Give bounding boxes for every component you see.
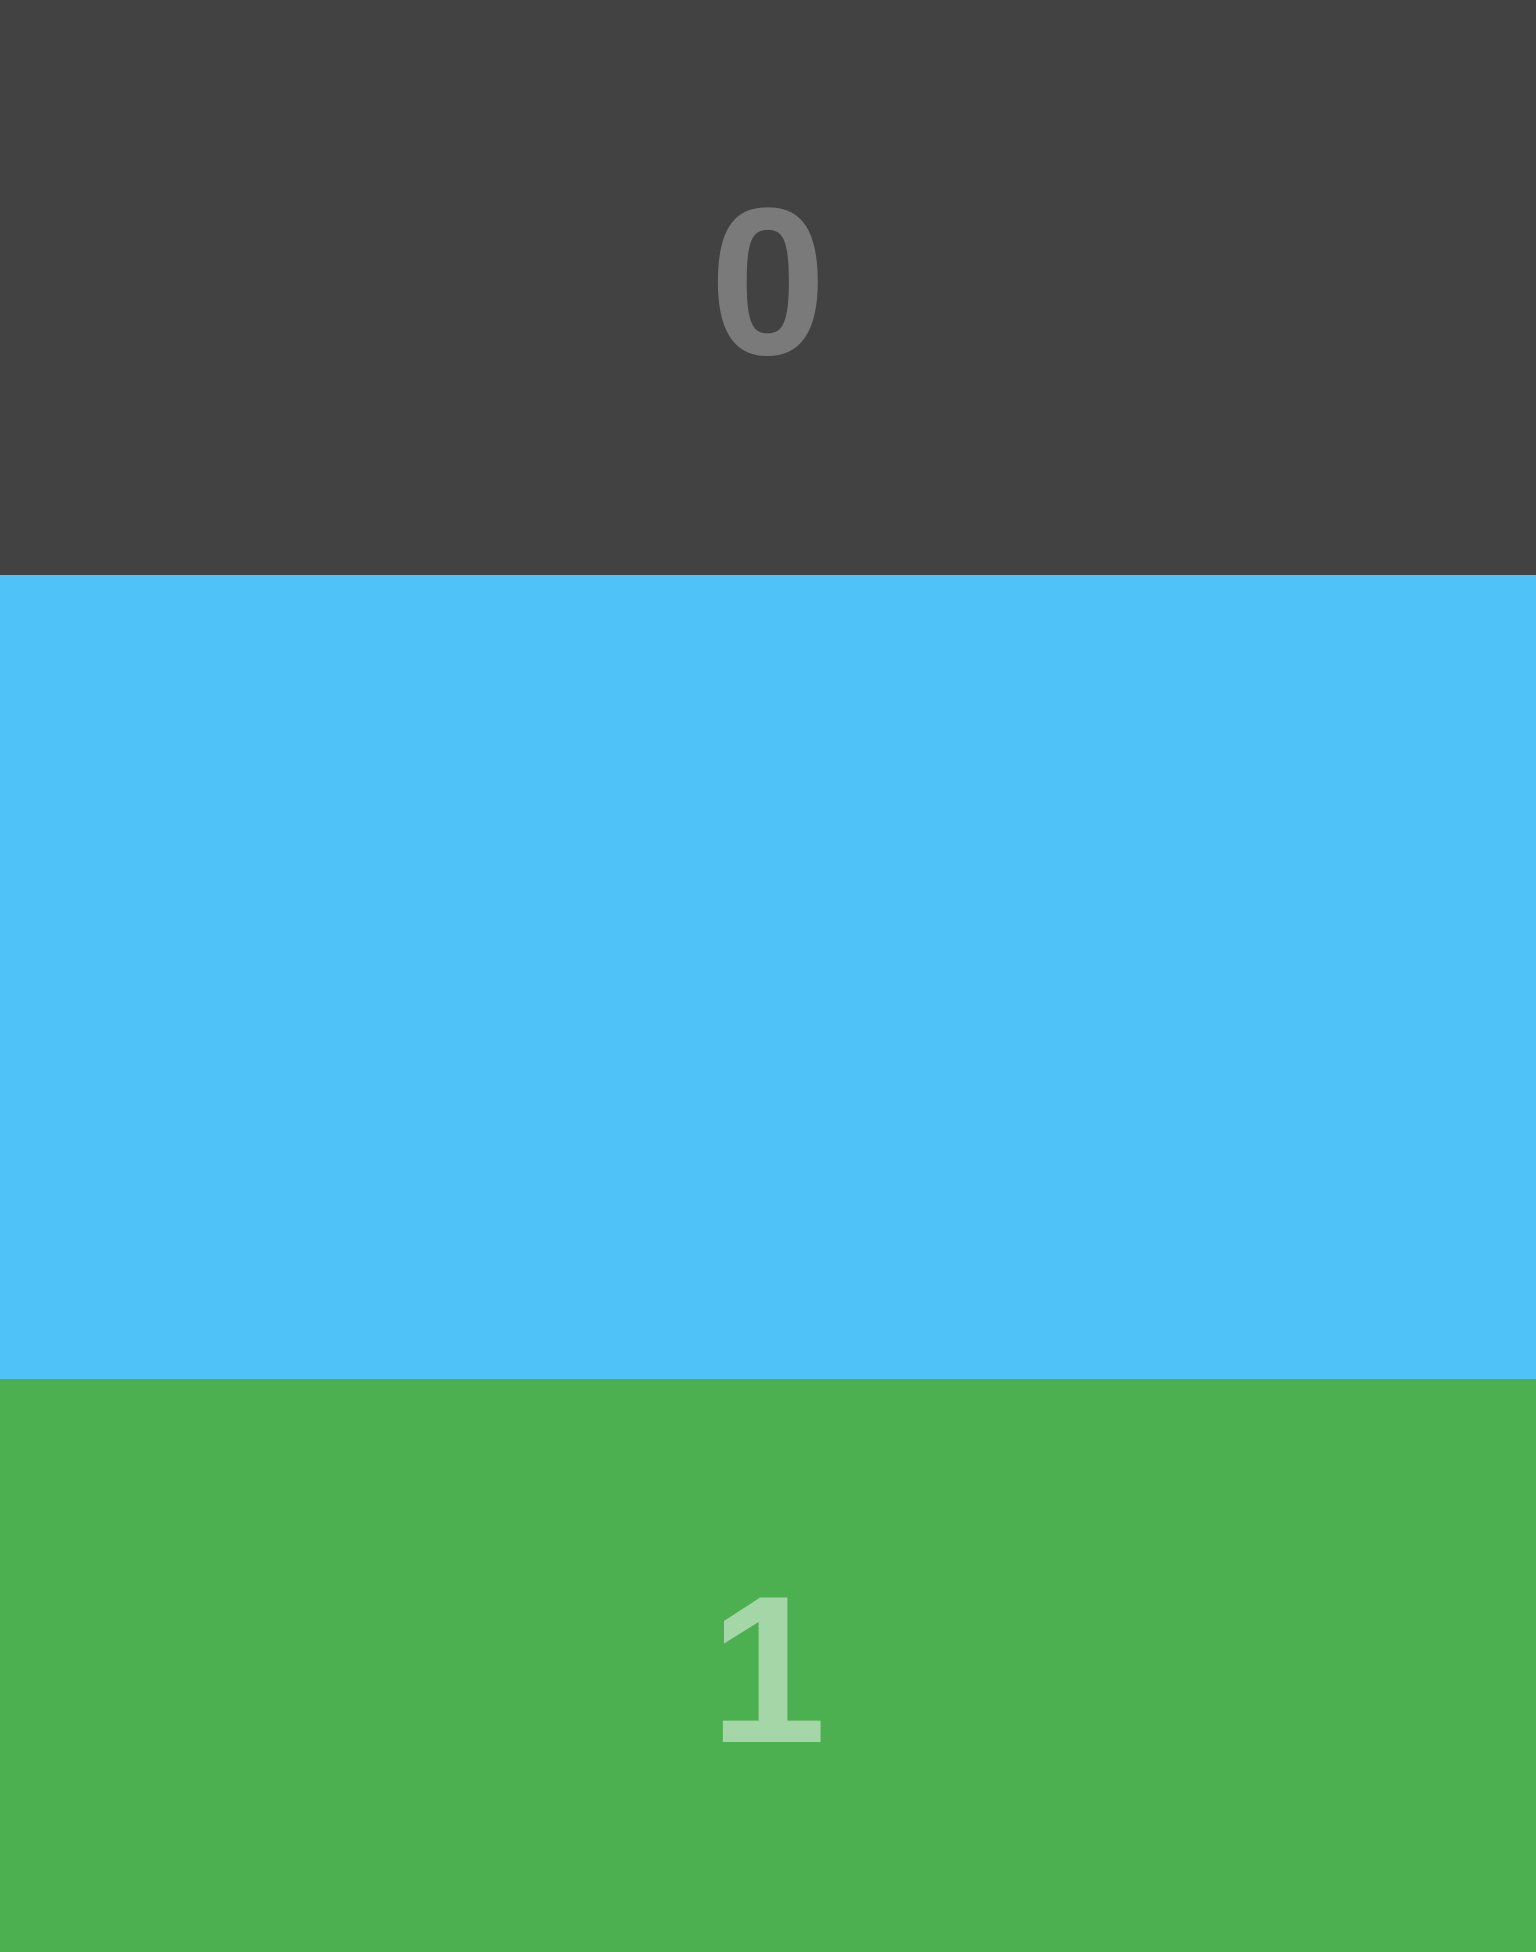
page-panel-next[interactable]: 1 [0, 1379, 1536, 1952]
page-panel-previous[interactable]: 0 [0, 0, 1536, 575]
page-panel-current[interactable] [0, 575, 1536, 1379]
page-number-label: 1 [709, 1551, 827, 1787]
pager-screen: 0 1 [0, 0, 1536, 1952]
page-number-label: 0 [709, 163, 827, 399]
